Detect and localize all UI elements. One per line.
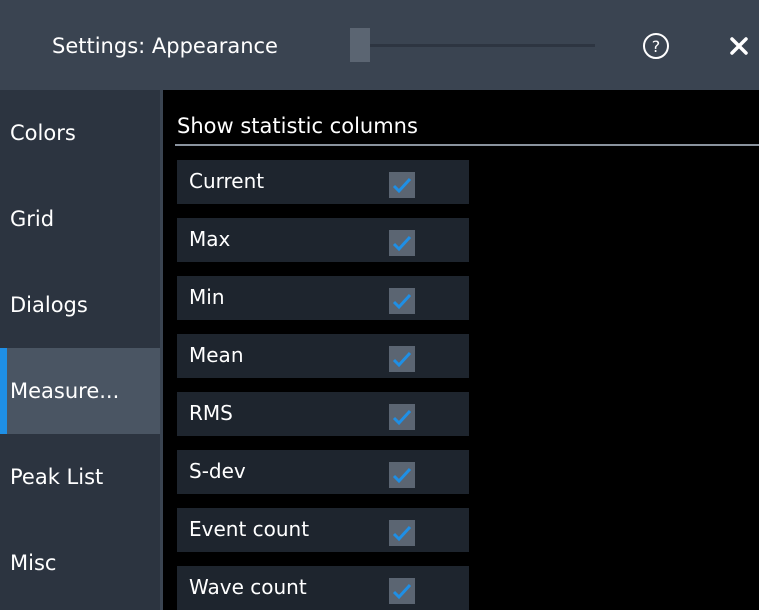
s-dev-checkbox[interactable] <box>389 462 415 488</box>
sidebar-divider <box>160 90 163 610</box>
option-label: Current <box>189 169 265 193</box>
transparency-slider-handle[interactable] <box>350 28 370 62</box>
checkmark-icon <box>392 525 412 542</box>
sidebar-nav: Colors Grid Dialogs Measure... Peak List… <box>0 90 160 610</box>
option-label: Min <box>189 285 225 309</box>
wave-count-checkbox[interactable] <box>389 578 415 604</box>
event-count-checkbox[interactable] <box>389 520 415 546</box>
settings-dialog: Settings: Appearance ? Colors Grid Dialo… <box>0 0 759 610</box>
close-icon[interactable] <box>728 35 750 57</box>
checkmark-icon <box>392 351 412 368</box>
min-checkbox[interactable] <box>389 288 415 314</box>
sidebar-item-misc[interactable]: Misc <box>0 520 160 606</box>
help-icon[interactable]: ? <box>642 32 670 60</box>
checkmark-icon <box>392 293 412 310</box>
section-title: Show statistic columns <box>177 114 418 138</box>
sidebar-item-peak-list[interactable]: Peak List <box>0 434 160 520</box>
option-label: S-dev <box>189 459 246 483</box>
checkmark-icon <box>392 177 412 194</box>
option-row-event-count: Event count <box>177 508 469 552</box>
current-checkbox[interactable] <box>389 172 415 198</box>
max-checkbox[interactable] <box>389 230 415 256</box>
section-divider <box>175 144 759 146</box>
mean-checkbox[interactable] <box>389 346 415 372</box>
dialog-title: Settings: Appearance <box>52 34 278 58</box>
option-label: Wave count <box>189 575 307 599</box>
checkmark-icon <box>392 409 412 426</box>
sidebar-item-grid[interactable]: Grid <box>0 176 160 262</box>
option-row-current: Current <box>177 160 469 204</box>
transparency-slider-track[interactable] <box>370 44 595 47</box>
sidebar-item-dialogs[interactable]: Dialogs <box>0 262 160 348</box>
option-row-mean: Mean <box>177 334 469 378</box>
svg-text:?: ? <box>652 37 661 56</box>
option-label: Event count <box>189 517 310 541</box>
sidebar-item-measurements[interactable]: Measure... <box>0 348 160 434</box>
option-row-s-dev: S-dev <box>177 450 469 494</box>
option-row-wave-count: Wave count <box>177 566 469 610</box>
rms-checkbox[interactable] <box>389 404 415 430</box>
title-bar: Settings: Appearance ? <box>0 0 759 90</box>
checkmark-icon <box>392 235 412 252</box>
checkmark-icon <box>392 583 412 600</box>
option-label: RMS <box>189 401 233 425</box>
option-row-min: Min <box>177 276 469 320</box>
option-row-max: Max <box>177 218 469 262</box>
sidebar-item-colors[interactable]: Colors <box>0 90 160 176</box>
checkmark-icon <box>392 467 412 484</box>
option-row-rms: RMS <box>177 392 469 436</box>
option-label: Mean <box>189 343 244 367</box>
option-label: Max <box>189 227 231 251</box>
